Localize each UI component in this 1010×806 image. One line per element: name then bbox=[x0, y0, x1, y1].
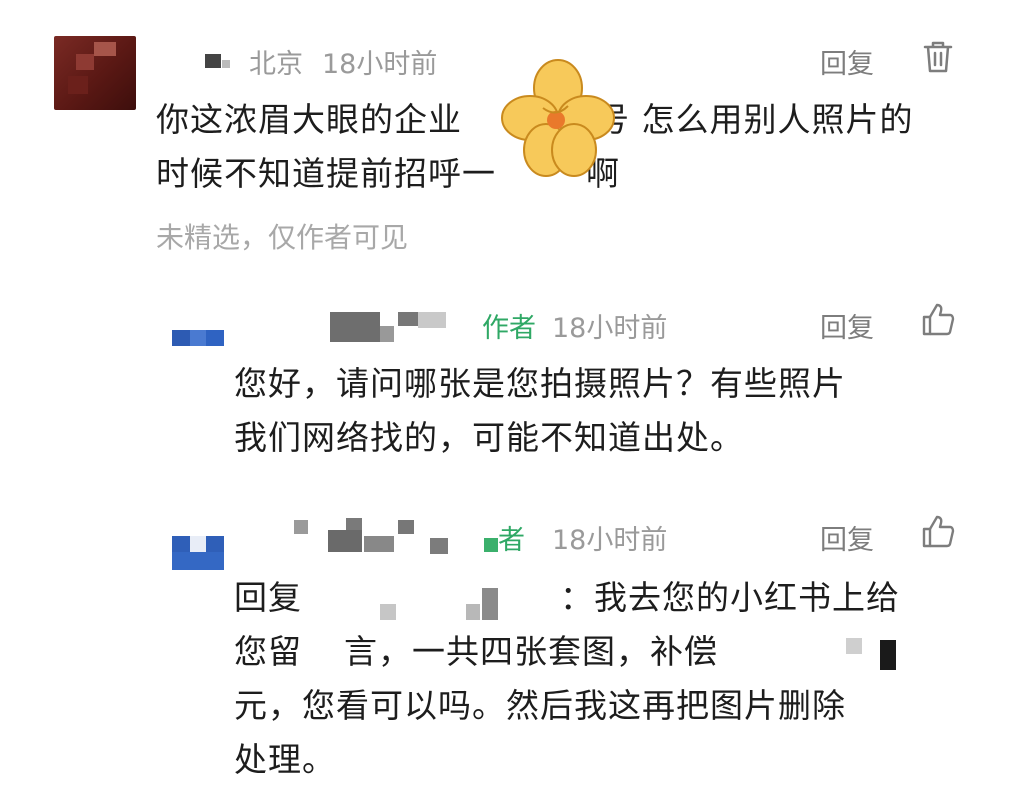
avatar[interactable] bbox=[172, 536, 224, 570]
username-redacted bbox=[380, 326, 394, 342]
flower-sticker-icon bbox=[498, 58, 618, 178]
username-redacted bbox=[430, 538, 448, 554]
username-redacted bbox=[380, 604, 396, 620]
comment-text-tail: 号 怎么用别人照片的 bbox=[596, 100, 914, 139]
comment-text: 你这浓眉大眼的企业 bbox=[156, 100, 462, 139]
username-redacted bbox=[482, 588, 498, 620]
amount-redacted bbox=[880, 640, 896, 670]
comment-text: 言，一共四张套图，补偿 bbox=[344, 632, 718, 671]
username-redacted bbox=[398, 312, 418, 326]
reply-button[interactable]: 回复 bbox=[820, 518, 874, 557]
username-redacted bbox=[466, 604, 480, 620]
author-badge: 者 bbox=[498, 525, 525, 556]
comment-text: 元，您看可以吗。然后我这再把图片删除 bbox=[234, 686, 846, 725]
trash-icon[interactable] bbox=[922, 40, 954, 74]
username-redacted bbox=[330, 312, 380, 342]
avatar[interactable] bbox=[54, 36, 136, 110]
username-redacted bbox=[328, 530, 362, 552]
username-redacted bbox=[398, 520, 414, 534]
comment-text: 时候不知道提前招呼一 bbox=[156, 154, 496, 193]
author-badge: 作者 bbox=[482, 313, 536, 344]
amount-redacted bbox=[846, 638, 862, 654]
username-redacted bbox=[205, 54, 221, 68]
comment-text: 处理。 bbox=[234, 740, 336, 779]
comment-text: 您好，请问哪张是您拍摄照片？有些照片 bbox=[234, 364, 846, 403]
thumbs-up-icon[interactable] bbox=[920, 302, 956, 338]
comment-text: ：我去您的小红书上给 bbox=[560, 578, 900, 617]
comment-text: 回复 bbox=[234, 578, 302, 617]
reply-button[interactable]: 回复 bbox=[820, 306, 874, 345]
comment-location: 北京 bbox=[249, 49, 303, 80]
comment-time: 18小时前 bbox=[322, 49, 438, 80]
reply-button[interactable]: 回复 bbox=[820, 42, 874, 81]
username-redacted bbox=[294, 520, 308, 534]
comment-text: 您留 bbox=[234, 632, 302, 671]
avatar[interactable] bbox=[172, 330, 224, 346]
visibility-note: 未精选，仅作者可见 bbox=[156, 221, 409, 254]
comment-text: 我们网络找的，可能不知道出处。 bbox=[234, 418, 744, 457]
thumbs-up-icon[interactable] bbox=[920, 514, 956, 550]
username-redacted bbox=[346, 518, 362, 530]
comment-time: 18小时前 bbox=[552, 525, 668, 556]
username-redacted bbox=[484, 538, 498, 552]
comment-time: 18小时前 bbox=[552, 313, 668, 344]
username-redacted bbox=[418, 312, 446, 328]
username-redacted bbox=[364, 536, 394, 552]
username-redacted bbox=[222, 60, 230, 68]
